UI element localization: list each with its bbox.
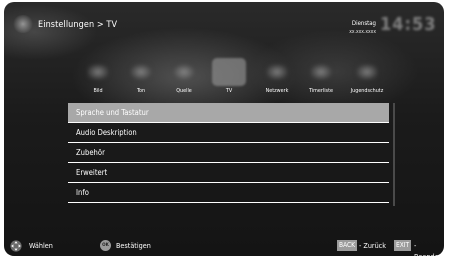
menu-scrollbar[interactable] (393, 103, 395, 206)
network-icon (266, 64, 288, 80)
tab-netzwerk[interactable]: Netzwerk (258, 54, 296, 102)
back-hint: - Zurück (359, 241, 386, 250)
breadcrumb: Einstellungen > TV (38, 20, 118, 30)
tab-ton[interactable]: Ton (122, 54, 160, 102)
tab-label: Jugendschutz (350, 88, 384, 94)
day-label: Dienstag (351, 20, 376, 27)
dpad-icon (10, 240, 22, 252)
menu-item-info[interactable]: Info (68, 183, 389, 203)
lock-icon (356, 64, 378, 80)
menu-logo-icon (12, 15, 34, 33)
settings-menu: Sprache und Tastatur Audio Deskription Z… (68, 103, 389, 203)
picture-icon (87, 64, 109, 80)
ok-button-icon: OK (100, 240, 111, 251)
exit-key-badge: EXIT (394, 240, 412, 251)
tab-jugendschutz[interactable]: Jugendschutz (348, 54, 386, 102)
tab-timerliste[interactable]: Timerliste (302, 54, 340, 102)
clock-icon: 14:53 (380, 14, 437, 35)
tv-icon (212, 58, 246, 86)
date-label: xx.xxx.xxxx (349, 29, 376, 35)
footer-help-bar: Wählen OK Bestätigen BACK - Zurück EXIT … (4, 235, 444, 256)
confirm-hint: Bestätigen (116, 241, 151, 250)
settings-tabs: Bild Ton Quelle TV Netzwerk Timerliste J… (4, 54, 444, 102)
source-icon (173, 64, 195, 80)
exit-hint: - Beenden (414, 241, 443, 256)
date-block: Dienstag xx.xxx.xxxx (334, 20, 376, 35)
select-hint: Wählen (29, 241, 53, 250)
tab-quelle[interactable]: Quelle (165, 54, 203, 102)
menu-item-zubehoer[interactable]: Zubehör (68, 143, 389, 163)
tv-settings-screen: Einstellungen > TV Dienstag xx.xxx.xxxx … (4, 2, 444, 256)
menu-item-erweitert[interactable]: Erweitert (68, 163, 389, 183)
timer-icon (310, 64, 332, 80)
sound-icon (130, 64, 152, 80)
back-key-badge: BACK (337, 240, 358, 251)
menu-item-audio-deskription[interactable]: Audio Deskription (68, 123, 389, 143)
menu-item-sprache-und-tastatur[interactable]: Sprache und Tastatur (68, 103, 389, 123)
tab-bild[interactable]: Bild (79, 54, 117, 102)
tab-tv[interactable]: TV (210, 54, 248, 102)
